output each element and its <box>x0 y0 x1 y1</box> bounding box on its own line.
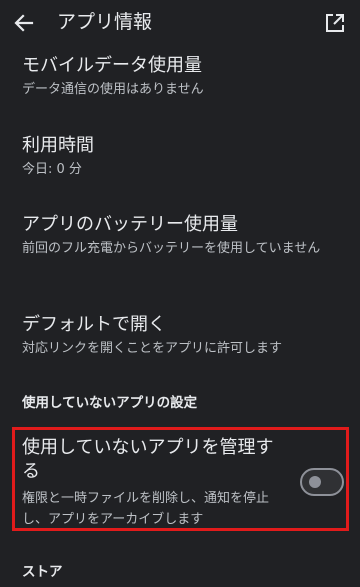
mobile-data-usage-item[interactable]: モバイルデータ使用量 データ通信の使用はありません <box>22 54 342 100</box>
store-section-header: ストア <box>22 564 63 580</box>
open-by-default-item[interactable]: デフォルトで開く 対応リンクを開くことをアプリに許可します <box>22 313 342 359</box>
screen-time-item[interactable]: 利用時間 今日: 0 分 <box>22 134 342 180</box>
manage-unused-apps-toggle[interactable] <box>300 468 344 496</box>
page-title: アプリ情報 <box>57 11 153 33</box>
app-bar: アプリ情報 <box>0 0 360 46</box>
toggle-knob <box>309 476 321 488</box>
item-summary: 対応リンクを開くことをアプリに許可します <box>22 341 283 356</box>
item-summary: 前回のフル充電からバッテリーを使用していません <box>22 241 321 256</box>
item-summary: データ通信の使用はありません <box>22 82 204 97</box>
back-button[interactable] <box>10 9 38 37</box>
open-in-new-button[interactable] <box>322 10 348 36</box>
unused-apps-section-header: 使用していないアプリの設定 <box>22 395 198 411</box>
battery-usage-item[interactable]: アプリのバッテリー使用量 前回のフル充電からバッテリーを使用していません <box>22 213 342 259</box>
item-title: デフォルトで開く <box>22 314 166 335</box>
item-summary: 今日: 0 分 <box>22 162 82 177</box>
open-in-new-icon <box>326 14 344 32</box>
item-title: モバイルデータ使用量 <box>22 55 202 76</box>
manage-unused-apps-title: 使用していないアプリを管理する <box>22 437 274 482</box>
item-title: アプリのバッテリー使用量 <box>22 214 238 235</box>
manage-unused-apps-summary: 権限と一時ファイルを削除し、通知を停止し、アプリをアーカイブします <box>22 491 270 527</box>
item-title: 利用時間 <box>22 135 94 156</box>
arrow-back-icon <box>14 14 34 32</box>
manage-unused-apps-item[interactable]: 使用していないアプリを管理する 権限と一時ファイルを削除し、通知を停止し、アプリ… <box>22 436 290 530</box>
